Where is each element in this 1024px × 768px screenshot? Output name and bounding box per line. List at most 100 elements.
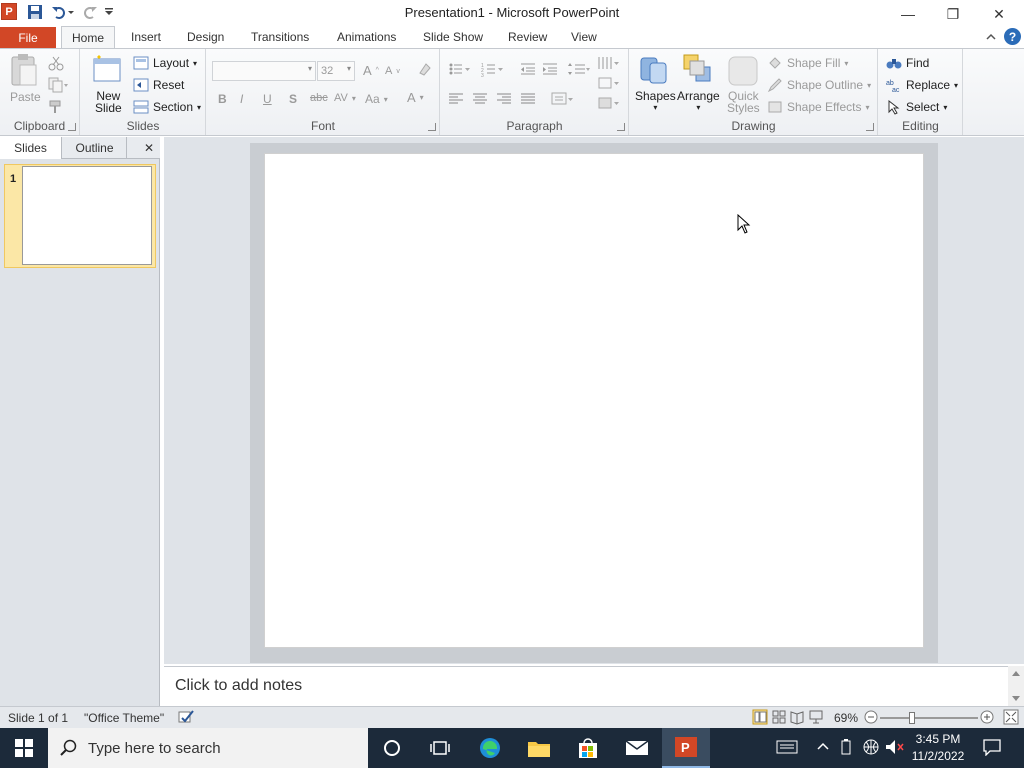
taskbar-clock[interactable]: 3:45 PM 11/2/2022 — [906, 731, 970, 765]
powerpoint-taskbar-icon[interactable]: P — [662, 728, 710, 768]
tab-design[interactable]: Design — [187, 30, 224, 44]
tab-view[interactable]: View — [571, 30, 597, 44]
align-left-icon[interactable] — [448, 91, 464, 107]
new-slide-button[interactable]: New Slide — [95, 90, 122, 114]
zoom-in-icon[interactable] — [980, 710, 994, 727]
battery-icon[interactable] — [840, 738, 852, 759]
shapes-button[interactable]: Shapes ▾ — [635, 90, 676, 114]
reset-button[interactable]: Reset — [133, 77, 184, 93]
slides-pane-tab[interactable]: Slides — [0, 137, 62, 159]
slide-sorter-icon[interactable] — [771, 709, 787, 728]
line-spacing-icon[interactable] — [567, 61, 591, 77]
shapes-icon[interactable] — [638, 55, 670, 87]
quick-styles-button[interactable]: Quick Styles — [727, 90, 760, 114]
zoom-slider[interactable] — [880, 712, 978, 724]
font-name-combobox[interactable]: ▾ — [212, 61, 316, 81]
new-slide-icon[interactable] — [91, 55, 123, 87]
cortana-icon[interactable] — [368, 728, 416, 768]
character-spacing-button[interactable]: AV ▾ — [334, 92, 356, 104]
numbering-icon[interactable]: 123 — [481, 61, 505, 77]
align-right-icon[interactable] — [496, 91, 512, 107]
text-shadow-button[interactable]: S — [289, 92, 297, 106]
text-direction-icon[interactable] — [597, 76, 621, 90]
arrange-button[interactable]: Arrange ▾ — [677, 90, 720, 114]
help-icon[interactable]: ? — [1004, 28, 1021, 45]
task-view-icon[interactable] — [416, 728, 464, 768]
network-icon[interactable] — [862, 738, 880, 759]
align-text-icon[interactable] — [551, 91, 575, 107]
layout-button[interactable]: Layout ▾ — [133, 55, 197, 71]
replace-button[interactable]: ab ac Replace ▾ — [886, 77, 958, 93]
outline-pane-tab[interactable]: Outline — [63, 137, 127, 159]
paste-icon[interactable] — [8, 53, 40, 86]
paragraph-launcher-icon[interactable] — [617, 123, 625, 131]
zoom-out-icon[interactable] — [864, 710, 878, 727]
windows-start-icon[interactable] — [0, 728, 48, 768]
file-explorer-icon[interactable] — [515, 728, 563, 768]
spell-check-icon[interactable] — [177, 709, 195, 728]
justify-icon[interactable] — [520, 91, 536, 107]
tab-file[interactable]: File — [0, 27, 56, 48]
slide-thumbnail[interactable] — [22, 166, 152, 265]
increase-indent-icon[interactable] — [541, 61, 559, 77]
paste-button[interactable]: Paste — [10, 90, 41, 104]
zoom-slider-thumb[interactable] — [909, 712, 916, 724]
taskbar-search-box[interactable]: Type here to search — [48, 728, 368, 768]
restore-button[interactable]: ❐ — [930, 0, 976, 28]
cut-icon[interactable] — [48, 55, 64, 71]
show-hidden-icons-chevron-icon[interactable] — [817, 738, 829, 759]
grow-font-button[interactable]: A ^ — [363, 63, 379, 78]
convert-to-smartart-icon[interactable] — [597, 96, 621, 110]
normal-view-icon[interactable] — [752, 709, 768, 728]
notes-placeholder[interactable]: Click to add notes — [175, 677, 302, 695]
columns-icon[interactable] — [597, 55, 621, 71]
tab-review[interactable]: Review — [508, 30, 547, 44]
drawing-launcher-icon[interactable] — [866, 123, 874, 131]
clipboard-launcher-icon[interactable] — [68, 123, 76, 131]
mail-icon[interactable] — [613, 728, 661, 768]
slide-canvas[interactable] — [264, 153, 924, 648]
zoom-level[interactable]: 69% — [834, 711, 858, 725]
find-button[interactable]: Find — [886, 55, 929, 71]
copy-icon[interactable] — [48, 77, 70, 93]
notes-scrollbar[interactable] — [1008, 666, 1024, 706]
change-case-button[interactable]: Aa ▾ — [365, 92, 388, 106]
bullets-icon[interactable] — [448, 61, 472, 77]
shape-effects-button[interactable]: Shape Effects ▾ — [767, 99, 870, 115]
fit-slide-icon[interactable] — [1003, 709, 1019, 728]
tab-home[interactable]: Home — [61, 26, 115, 49]
italic-button[interactable]: I — [240, 92, 243, 106]
slide-show-view-icon[interactable] — [808, 709, 824, 728]
select-button[interactable]: Select ▾ — [886, 99, 947, 115]
section-button[interactable]: Section ▾ — [133, 99, 201, 115]
tab-animations[interactable]: Animations — [337, 30, 396, 44]
minimize-button[interactable]: — — [885, 0, 931, 28]
reading-view-icon[interactable] — [789, 709, 805, 728]
keyboard-icon[interactable] — [776, 738, 798, 759]
arrange-icon[interactable] — [682, 53, 714, 85]
minimize-ribbon-icon[interactable] — [985, 31, 997, 46]
close-button[interactable]: ✕ — [976, 0, 1022, 28]
font-launcher-icon[interactable] — [428, 123, 436, 131]
tab-slide-show[interactable]: Slide Show — [423, 30, 483, 44]
tab-transitions[interactable]: Transitions — [251, 30, 309, 44]
strikethrough-button[interactable]: abc — [310, 92, 328, 104]
clear-formatting-icon[interactable] — [417, 61, 433, 77]
underline-button[interactable]: U — [263, 92, 272, 106]
format-painter-icon[interactable] — [48, 99, 64, 115]
notifications-icon[interactable] — [982, 738, 1002, 759]
bold-button[interactable]: B — [218, 92, 227, 106]
tab-insert[interactable]: Insert — [131, 30, 161, 44]
align-center-icon[interactable] — [472, 91, 488, 107]
decrease-indent-icon[interactable] — [519, 61, 537, 77]
edge-browser-icon[interactable] — [466, 728, 514, 768]
notes-pane[interactable]: Click to add notes — [164, 666, 1008, 706]
font-color-button[interactable]: A ▾ — [407, 90, 424, 105]
font-size-combobox[interactable]: 32 ▾ — [317, 61, 355, 81]
shrink-font-button[interactable]: Av — [385, 65, 400, 77]
close-pane-icon[interactable]: ✕ — [140, 137, 158, 159]
shape-fill-button[interactable]: Shape Fill ▾ — [767, 55, 848, 71]
shape-outline-button[interactable]: Shape Outline ▾ — [767, 77, 871, 93]
microsoft-store-icon[interactable] — [564, 728, 612, 768]
quick-styles-icon[interactable] — [727, 55, 759, 87]
